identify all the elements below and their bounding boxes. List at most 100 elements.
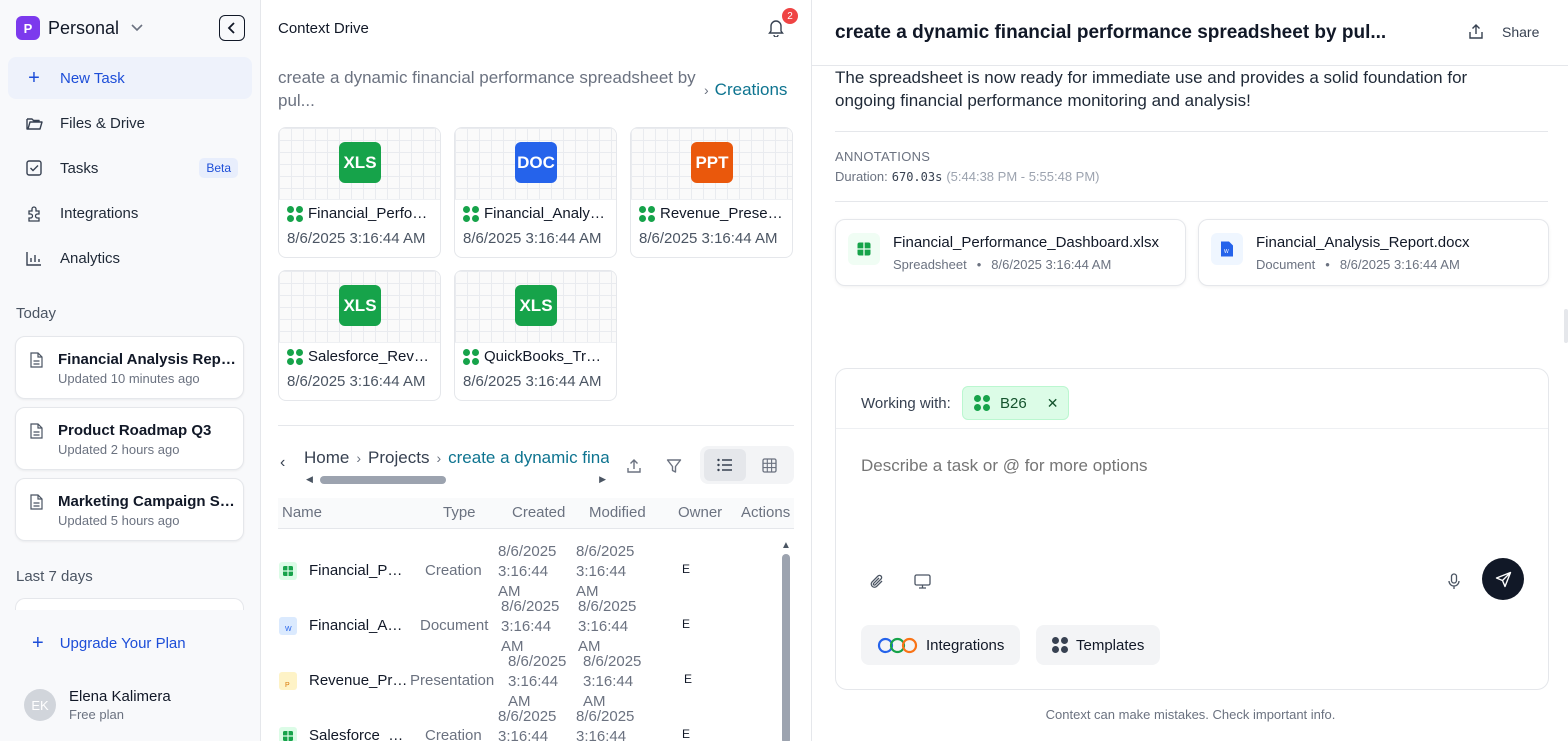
file-card-name-row: Financial_Analysis_Report.docx bbox=[463, 205, 607, 222]
column-header-name[interactable]: Name bbox=[282, 504, 322, 521]
creations-link[interactable]: › Creations bbox=[704, 80, 787, 100]
table-row[interactable]: W Financial_Analysis_Report.docx Documen… bbox=[278, 597, 778, 655]
list-icon bbox=[717, 458, 732, 472]
breadcrumb-scrollbar[interactable]: ◀ ▶ bbox=[306, 474, 606, 486]
breadcrumb-home[interactable]: Home bbox=[304, 448, 349, 467]
integrations-label: Integrations bbox=[926, 636, 1005, 654]
recent-item[interactable]: Marketing Campaign Strategy Updated 5 ho… bbox=[15, 478, 244, 541]
grid-view-button[interactable] bbox=[748, 449, 790, 481]
list-view-button[interactable] bbox=[704, 449, 746, 481]
share-icon[interactable] bbox=[1468, 23, 1484, 45]
task-input[interactable] bbox=[861, 456, 1461, 476]
column-header-modified[interactable]: Modified bbox=[589, 504, 646, 521]
workspace-name: Personal bbox=[48, 17, 120, 38]
breadcrumb-projects[interactable]: Projects bbox=[368, 448, 429, 467]
context-chip-label: B26 bbox=[1000, 394, 1027, 412]
document-icon bbox=[30, 352, 43, 373]
file-card-name-row: Salesforce_Revenue.xlsx bbox=[287, 348, 431, 365]
divider bbox=[835, 131, 1548, 132]
attachment-kind: Document bbox=[1256, 257, 1316, 272]
attach-button[interactable] bbox=[863, 567, 891, 595]
recent-item[interactable]: Product Roadmap Q3 Updated 2 hours ago bbox=[15, 407, 244, 470]
file-card[interactable]: XLS Salesforce_Revenue.xlsx 8/6/2025 3:1… bbox=[278, 270, 441, 401]
screen-share-button[interactable] bbox=[908, 567, 936, 595]
working-with-bar: Working with: B26 ✕ bbox=[836, 369, 1548, 429]
duration-label: Duration: bbox=[835, 169, 888, 184]
file-card-name: Revenue_Presentation.pptx bbox=[660, 205, 783, 222]
chevron-down-icon bbox=[131, 21, 143, 35]
file-card[interactable]: PPT Revenue_Presentation.pptx 8/6/2025 3… bbox=[630, 127, 793, 258]
row-modified: 8/6/2025 3:16:44 AM bbox=[576, 543, 635, 600]
duration-value: 670.03s bbox=[891, 170, 943, 184]
today-section-label: Today bbox=[16, 305, 57, 322]
recent-item-updated: Updated 10 minutes ago bbox=[58, 371, 200, 386]
sidebar-item-label: Integrations bbox=[60, 204, 139, 222]
chevron-left-icon[interactable]: ‹ bbox=[280, 454, 285, 472]
collapse-sidebar-button[interactable] bbox=[219, 15, 245, 41]
document-icon bbox=[30, 423, 43, 444]
attachment-card[interactable]: W Financial_Analysis_Report.docx Documen… bbox=[1198, 219, 1549, 286]
working-with-label: Working with: bbox=[861, 395, 951, 412]
notifications-button[interactable] bbox=[767, 18, 785, 42]
sidebar-item-tasks[interactable]: Tasks Beta bbox=[8, 147, 252, 189]
file-card[interactable]: XLS Financial_Performance_Dashboard.xlsx… bbox=[278, 127, 441, 258]
chat-title: create a dynamic financial performance s… bbox=[835, 22, 1387, 43]
templates-button[interactable]: Templates bbox=[1036, 625, 1161, 665]
column-header-created[interactable]: Created bbox=[512, 504, 565, 521]
table-row[interactable]: P Revenue_Presentation.pptx Presentation… bbox=[278, 652, 778, 710]
close-icon[interactable]: ✕ bbox=[1047, 395, 1059, 412]
sidebar-item-files-drive[interactable]: Files & Drive bbox=[8, 102, 252, 144]
workspace-switcher[interactable]: P Personal bbox=[16, 16, 143, 40]
file-card[interactable]: DOC Financial_Analysis_Report.docx 8/6/2… bbox=[454, 127, 617, 258]
send-button[interactable] bbox=[1482, 558, 1524, 600]
recent-item-title: Financial Analysis Report bbox=[58, 351, 236, 368]
upgrade-plan-link[interactable]: + Upgrade Your Plan bbox=[32, 632, 186, 655]
column-header-type[interactable]: Type bbox=[443, 504, 476, 521]
file-card-date: 8/6/2025 3:16:44 AM bbox=[463, 373, 602, 390]
scrollbar-thumb[interactable] bbox=[782, 554, 790, 741]
sidebar-item-new-task[interactable]: + New Task bbox=[8, 57, 252, 99]
xls-badge: XLS bbox=[515, 285, 557, 326]
view-toggle bbox=[700, 446, 794, 484]
filter-button[interactable] bbox=[660, 452, 688, 480]
microphone-button[interactable] bbox=[1440, 567, 1468, 595]
file-thumbnail: XLS bbox=[279, 128, 440, 200]
table-row[interactable]: Financial_Performance_Dashboard.xlsx Cre… bbox=[278, 542, 778, 600]
spreadsheet-icon bbox=[279, 562, 297, 580]
attachment-date: 8/6/2025 3:16:44 AM bbox=[991, 257, 1112, 272]
row-name: Salesforce_Revenue.xlsx bbox=[309, 727, 409, 741]
table-row[interactable]: Salesforce_Revenue.xlsx Creation 8/6/202… bbox=[278, 707, 778, 741]
integrations-button[interactable]: Integrations bbox=[861, 625, 1021, 665]
sidebar-item-integrations[interactable]: Integrations bbox=[8, 192, 252, 234]
creation-dots-icon bbox=[463, 348, 479, 365]
document-icon bbox=[30, 494, 43, 515]
upload-button[interactable] bbox=[620, 452, 648, 480]
row-type: Presentation bbox=[410, 672, 495, 689]
share-button[interactable]: Share bbox=[1502, 24, 1539, 40]
right-edge-handle[interactable] bbox=[1564, 309, 1568, 343]
meta-separator: • bbox=[1325, 257, 1330, 272]
duration-range: (5:44:38 PM - 5:55:48 PM) bbox=[946, 169, 1100, 184]
table-scrollbar[interactable]: ▲ bbox=[780, 540, 792, 741]
recent-item[interactable]: Financial Analysis Report Updated 10 min… bbox=[15, 336, 244, 399]
row-owner: E bbox=[682, 617, 691, 631]
file-card[interactable]: XLS QuickBooks_Transactions.xlsx 8/6/202… bbox=[454, 270, 617, 401]
creation-dots-icon bbox=[287, 348, 303, 365]
attachment-card[interactable]: Financial_Performance_Dashboard.xlsx Spr… bbox=[835, 219, 1186, 286]
recent-item-title: Product Roadmap Q3 bbox=[58, 422, 212, 439]
column-header-owner[interactable]: Owner bbox=[678, 504, 722, 521]
doc-badge: DOC bbox=[515, 142, 557, 183]
context-chip[interactable]: B26 ✕ bbox=[962, 386, 1069, 420]
file-card-name: Financial_Performance_Dashboard.xlsx bbox=[308, 205, 431, 222]
scrollbar-thumb[interactable] bbox=[320, 476, 446, 484]
sidebar-item-analytics[interactable]: Analytics bbox=[8, 237, 252, 279]
notification-count-badge: 2 bbox=[782, 8, 798, 24]
beta-badge: Beta bbox=[199, 158, 238, 178]
last-7-days-section-label: Last 7 days bbox=[16, 568, 93, 585]
plus-icon: + bbox=[28, 66, 40, 89]
row-modified: 8/6/2025 3:16:44 AM bbox=[578, 598, 637, 655]
user-profile[interactable]: EK Elena Kalimera Free plan bbox=[24, 688, 171, 722]
file-card-name-row: QuickBooks_Transactions.xlsx bbox=[463, 348, 607, 365]
recent-item-updated: Updated 2 hours ago bbox=[58, 442, 180, 457]
recent-item-title: Marketing Campaign Strategy bbox=[58, 493, 236, 510]
